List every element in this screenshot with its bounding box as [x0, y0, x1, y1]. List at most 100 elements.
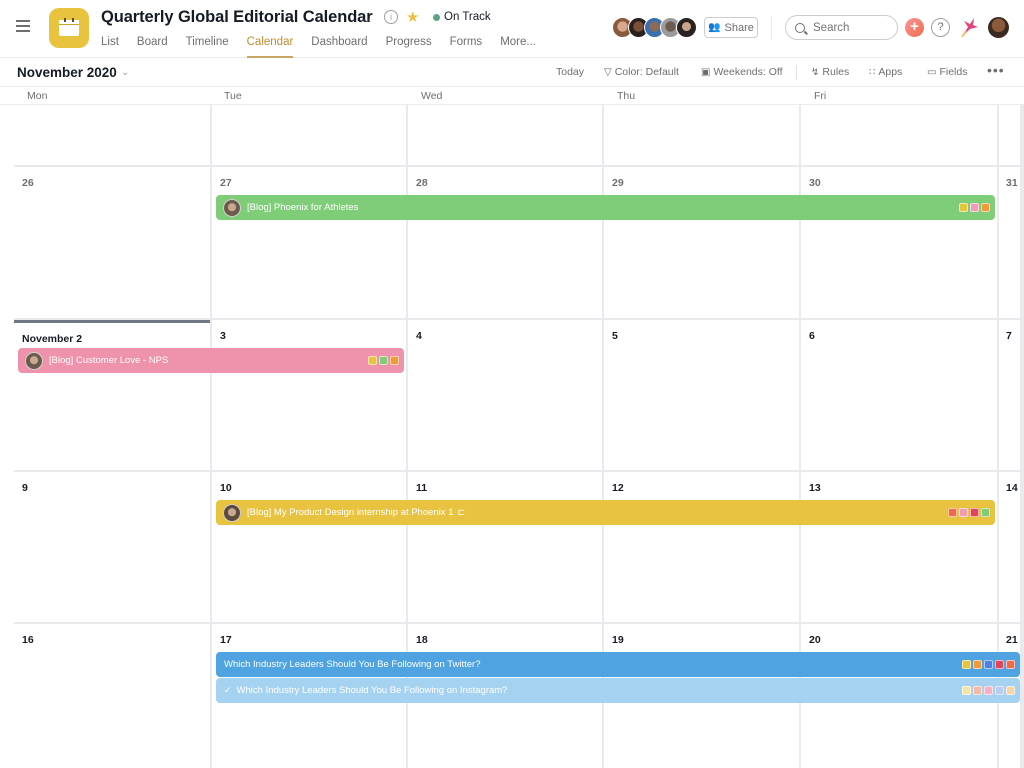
search-icon: [795, 22, 805, 33]
tab-more[interactable]: More...: [500, 36, 536, 58]
tag-chip: [1006, 686, 1015, 695]
project-calendar-icon[interactable]: [49, 8, 89, 48]
fields-button[interactable]: ▭ Fields: [927, 66, 967, 78]
calendar-event[interactable]: [Blog] Phoenix for Athletes: [216, 195, 995, 220]
day-cell[interactable]: 10: [212, 472, 406, 622]
tag-chip: [973, 660, 982, 669]
day-cell[interactable]: 16: [14, 624, 210, 768]
day-cell[interactable]: [801, 105, 997, 165]
day-cell[interactable]: 31: [999, 167, 1020, 318]
event-title: Which Industry Leaders Should You Be Fol…: [236, 685, 508, 696]
completed-check-icon: ✓: [224, 685, 232, 695]
status-dot-icon: [433, 14, 440, 21]
day-cell[interactable]: 7: [999, 320, 1020, 470]
tab-progress[interactable]: Progress: [386, 36, 432, 58]
project-status[interactable]: On Track: [444, 11, 491, 23]
tag-chip: [981, 508, 990, 517]
day-cell[interactable]: 29: [604, 167, 799, 318]
calendar-event[interactable]: Which Industry Leaders Should You Be Fol…: [216, 652, 1020, 677]
day-cell[interactable]: 13: [801, 472, 997, 622]
day-cell[interactable]: [14, 105, 210, 165]
calendar-event[interactable]: [Blog] Customer Love - NPS: [18, 348, 404, 373]
today-button[interactable]: Today: [556, 66, 584, 78]
event-tags: [962, 660, 1015, 669]
tab-timeline[interactable]: Timeline: [186, 36, 229, 58]
info-icon[interactable]: i: [384, 10, 398, 24]
share-button[interactable]: 👥 Share: [704, 17, 758, 38]
day-number: 29: [612, 177, 624, 189]
day-cell[interactable]: [212, 105, 406, 165]
rules-button[interactable]: ↯ Rules: [811, 66, 849, 78]
search-box[interactable]: [785, 15, 898, 40]
day-number: 18: [416, 634, 428, 646]
more-options-button[interactable]: •••: [987, 62, 1005, 78]
help-button[interactable]: ?: [931, 18, 950, 37]
chevron-down-icon[interactable]: ⌄: [121, 67, 129, 78]
day-number: 16: [22, 634, 34, 646]
day-cell[interactable]: 27: [212, 167, 406, 318]
day-cell[interactable]: 9: [14, 472, 210, 622]
tag-chip: [995, 686, 1004, 695]
day-cell[interactable]: 6: [801, 320, 997, 470]
event-tags: [948, 508, 990, 517]
hamburger-menu-icon[interactable]: [16, 20, 30, 32]
day-cell[interactable]: 4: [408, 320, 602, 470]
day-cell[interactable]: [999, 105, 1020, 165]
day-number: 9: [22, 482, 28, 494]
day-cell[interactable]: November 2: [14, 320, 210, 470]
calendar-event[interactable]: ✓ Which Industry Leaders Should You Be Fo…: [216, 678, 1020, 703]
day-cell[interactable]: 14: [999, 472, 1020, 622]
vertical-scrollbar[interactable]: [1020, 105, 1024, 768]
day-cell[interactable]: 26: [14, 167, 210, 318]
grid-left-margin: [0, 105, 14, 768]
search-input[interactable]: [813, 21, 893, 34]
tab-calendar[interactable]: Calendar: [246, 36, 293, 58]
month-selector[interactable]: November 2020: [17, 65, 117, 80]
quick-add-button[interactable]: +: [905, 18, 924, 37]
day-number: 20: [809, 634, 821, 646]
assignee-avatar[interactable]: [25, 351, 43, 370]
tag-chip: [981, 203, 990, 212]
day-cell[interactable]: 28: [408, 167, 602, 318]
tag-chip: [970, 508, 979, 517]
tag-chip: [995, 660, 1004, 669]
chevron-down-icon[interactable]: ⌄: [362, 12, 371, 25]
star-icon[interactable]: ★: [406, 8, 419, 26]
assignee-avatar[interactable]: [223, 503, 241, 522]
day-number: 4: [416, 330, 422, 342]
calendar-event[interactable]: [Blog] My Product Design internship at P…: [216, 500, 995, 525]
day-cell[interactable]: 30: [801, 167, 997, 318]
day-cell[interactable]: 5: [604, 320, 799, 470]
weekends-button[interactable]: ▣ Weekends: Off: [701, 66, 783, 78]
day-number: 7: [1006, 330, 1012, 342]
day-number: 26: [22, 177, 34, 189]
user-avatar[interactable]: [988, 17, 1009, 38]
celebration-bird-icon[interactable]: [958, 15, 980, 39]
divider: [796, 65, 797, 80]
rules-label: Rules: [822, 66, 850, 78]
tab-forms[interactable]: Forms: [450, 36, 483, 58]
members-avatars[interactable]: [612, 17, 697, 39]
weekday-label: Tue: [224, 90, 242, 102]
day-number: 30: [809, 177, 821, 189]
tag-chip: [984, 686, 993, 695]
subtask-icon: ⊏: [457, 507, 466, 517]
day-number: 28: [416, 177, 428, 189]
paint-icon: ▽: [604, 67, 612, 78]
day-cell[interactable]: [604, 105, 799, 165]
lightning-icon: ↯: [811, 67, 820, 78]
apps-button[interactable]: ∷ Apps: [869, 66, 902, 78]
day-cell[interactable]: 11: [408, 472, 602, 622]
day-cell[interactable]: 3: [212, 320, 406, 470]
day-number: 6: [809, 330, 815, 342]
day-cell[interactable]: 12: [604, 472, 799, 622]
tab-dashboard[interactable]: Dashboard: [311, 36, 367, 58]
tag-chip: [962, 660, 971, 669]
assignee-avatar[interactable]: [223, 198, 241, 217]
day-cell[interactable]: [408, 105, 602, 165]
tab-board[interactable]: Board: [137, 36, 168, 58]
event-tags: [368, 356, 399, 365]
tab-list[interactable]: List: [101, 36, 119, 58]
color-button[interactable]: ▽ Color: Default: [604, 66, 679, 78]
avatar[interactable]: [676, 17, 697, 38]
